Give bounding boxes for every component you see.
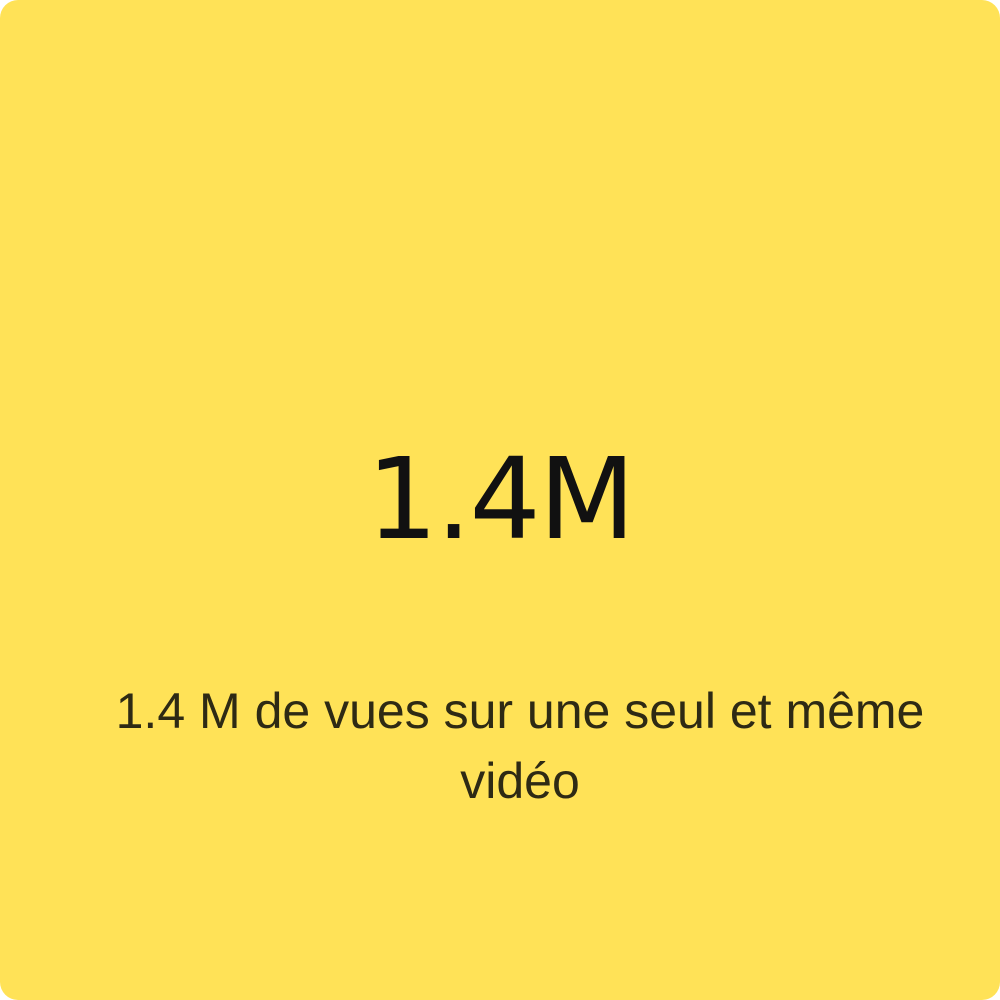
stat-caption: 1.4 M de vues sur une seul et même vidéo	[115, 683, 925, 809]
stat-value: 1.4M	[366, 435, 636, 565]
stat-card: 1.4M 1.4 M de vues sur une seul et même …	[0, 0, 1000, 1000]
